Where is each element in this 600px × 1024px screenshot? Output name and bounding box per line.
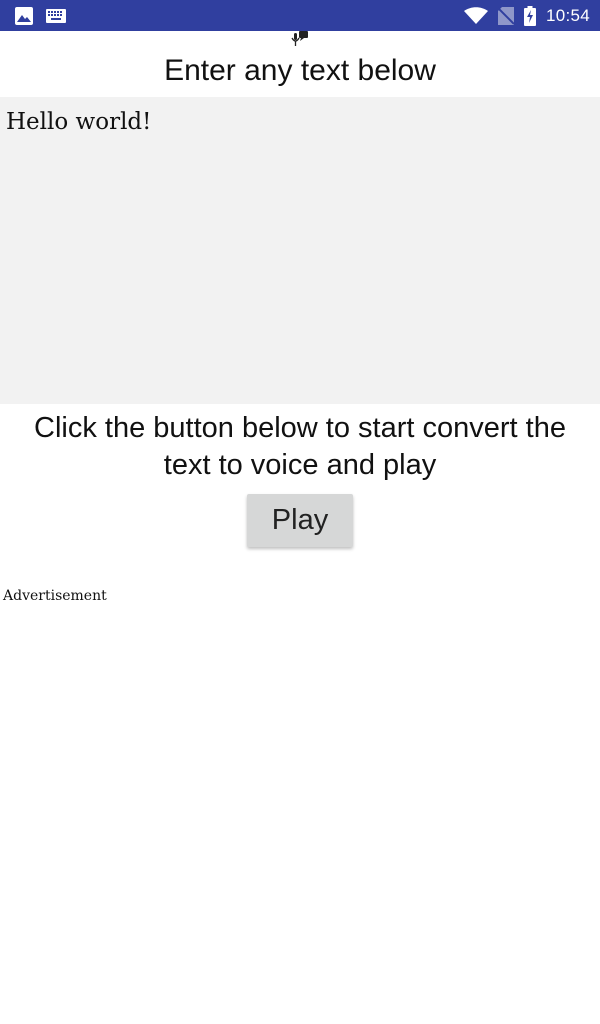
app-indicator [0, 30, 600, 53]
page-heading: Enter any text below [164, 54, 436, 87]
status-bar: 10:54 [0, 0, 600, 31]
instruction-text: Click the button below to start convert … [34, 412, 566, 481]
status-bar-notifications [0, 6, 66, 25]
status-bar-system: 10:54 [463, 5, 600, 26]
status-time: 10:54 [545, 5, 590, 25]
text-to-speech-icon [291, 30, 309, 53]
advertisement-label: Advertisement [3, 588, 107, 604]
battery-charging-icon [523, 5, 536, 26]
keyboard-icon [46, 8, 66, 23]
no-sim-icon [497, 6, 514, 25]
play-button[interactable]: Play [247, 494, 353, 547]
wifi-icon [463, 6, 488, 25]
image-icon [15, 6, 33, 25]
text-input[interactable]: Hello world! [0, 97, 600, 404]
